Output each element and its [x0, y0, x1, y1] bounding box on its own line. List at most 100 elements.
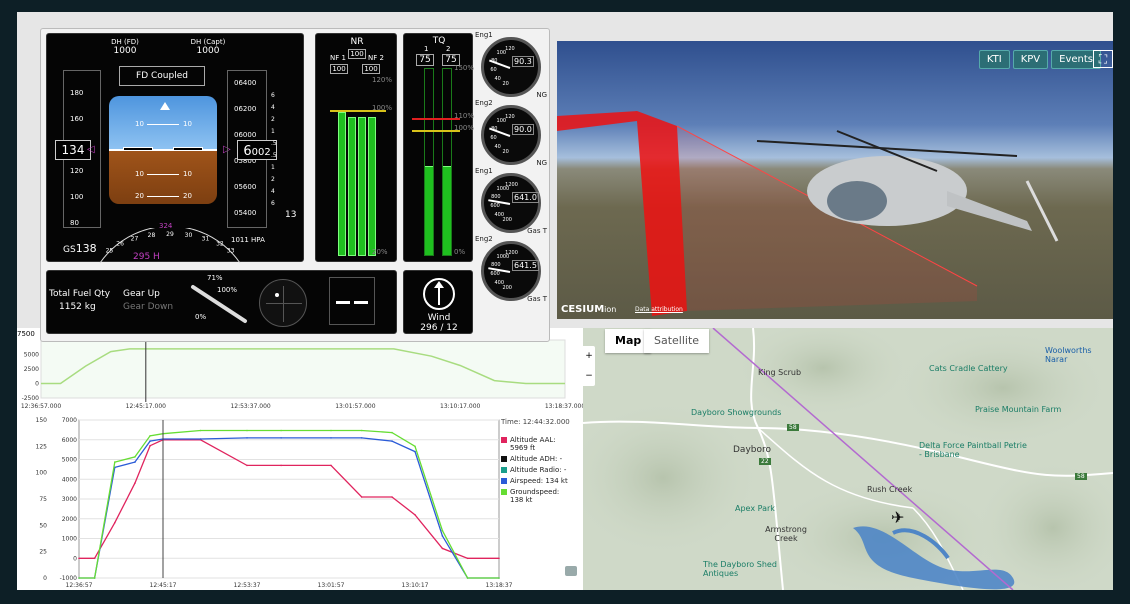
engine-dial: 1201008060402090.3 [481, 37, 541, 97]
left-axis-tick: 150 [36, 417, 48, 424]
tab-satellite[interactable]: Satellite [644, 329, 710, 353]
right-axis-tick: 7000 [62, 417, 77, 424]
legend-item[interactable]: Altitude Radio: - [501, 466, 581, 474]
instrument-panel: DH (FD) 1000 DH (Capt) 1000 FD Coupled 1… [40, 28, 550, 342]
dial-label: Eng1 [475, 31, 493, 39]
kpv-button[interactable]: KPV [1012, 50, 1049, 69]
series-point [414, 450, 416, 453]
poi-label[interactable]: Dayboro Showgrounds [691, 408, 781, 417]
airspeed-tick: 120 [70, 167, 84, 175]
dial-tick: 100 [496, 50, 507, 57]
series-point [149, 435, 151, 437]
nr-bar [368, 117, 376, 256]
main-x-tick: 12:45:17 [150, 582, 177, 589]
right-axis-tick: 5000 [62, 457, 77, 464]
map-terrain [583, 328, 1113, 590]
engine-dial: 1200 1000 800 600 400 200 641.5 [481, 241, 541, 301]
pitch-label: 20 [183, 192, 192, 200]
vertical-speed-tick: 1 [271, 128, 275, 135]
chart-menu-icon[interactable] [565, 566, 577, 576]
dh-fd-label: DH (FD) [111, 38, 139, 46]
altitude-tick: 06200 [234, 105, 257, 113]
wind-label: Wind [427, 313, 451, 323]
cesium-3d-view[interactable]: KTI KPV Events ⛶ CESIUMion Data attribut… [557, 41, 1113, 319]
heading-label: 28 [148, 232, 156, 239]
series-point [441, 535, 444, 537]
right-axis-tick: 6000 [62, 437, 77, 444]
cyclic-position-icon [259, 279, 307, 327]
dial-label: Eng2 [475, 235, 493, 243]
series-point [280, 437, 282, 439]
series-point [149, 440, 151, 442]
main-x-tick: 13:01:57 [318, 582, 345, 589]
series-point [134, 456, 136, 458]
pedal-position-icon [329, 277, 375, 325]
data-attribution-link[interactable]: Data attribution [635, 306, 683, 313]
poi-label[interactable]: The Dayboro Shed Antiques [703, 560, 783, 578]
dial-unit: NG [536, 91, 547, 99]
wind-panel: Wind 296 / 12 [403, 270, 473, 334]
legend-item[interactable]: Groundspeed: 138 kt [501, 488, 581, 504]
right-axis-tick: 4000 [62, 476, 77, 483]
dial-tick: 20 [502, 149, 509, 156]
place-label: King Scrub [758, 368, 802, 377]
legend-item[interactable]: Altitude ADH: - [501, 455, 581, 463]
series-point [466, 577, 469, 579]
poi-label[interactable]: Cats Cradle Cattery [929, 364, 1008, 373]
scene-toolbar: KTI KPV Events [978, 50, 1101, 69]
poi-label[interactable]: Praise Mountain Farm [975, 405, 1061, 414]
poi-label[interactable]: Delta Force Paintball Petrie - Brisbane [919, 441, 1029, 459]
dial-tick: 1000 [496, 186, 510, 193]
fd-status-box: FD Coupled [119, 66, 205, 86]
dial-tick: 120 [505, 114, 515, 121]
overview-y-tick: 2500 [24, 366, 39, 373]
nf1-value: 100 [330, 64, 348, 74]
legend-label: Altitude Radio: - [510, 466, 567, 474]
heading-label: 32 [216, 241, 224, 248]
tq-title: TQ [432, 36, 446, 46]
vertical-speed-tick: 1 [271, 164, 275, 171]
legend-item[interactable]: Altitude AAL: 5969 ft [501, 436, 581, 452]
cesium-logo-text: CESIUM [561, 304, 605, 315]
overview-y-tick: 0 [35, 381, 39, 388]
series-point [199, 429, 202, 432]
time-readout: Time: 12:44:32.000 [501, 418, 570, 426]
airspeed-tick: 160 [70, 115, 84, 123]
series-point [498, 577, 500, 579]
dial-tick: 40 [494, 75, 501, 82]
main-chart[interactable]: 150 125 100 75 50 25 0 7000 6000 5000 4000 3000 200… [17, 408, 583, 590]
fullscreen-icon[interactable]: ⛶ [1093, 50, 1113, 68]
nr-bar [358, 117, 366, 256]
dial-unit: Gas T [527, 295, 547, 303]
heading-label: 26 [116, 241, 124, 248]
dial-unit: NG [536, 159, 547, 167]
right-axis-tick: -1000 [60, 575, 78, 582]
series-point [441, 529, 444, 532]
status-panel: Total Fuel Qty 1152 kg Gear Up Gear Down… [46, 270, 397, 334]
legend-item[interactable]: Airspeed: 134 kt [501, 477, 581, 485]
groundspeed-readout: GS138 [63, 237, 97, 256]
legend-label: Airspeed: 134 kt [510, 477, 568, 485]
road-badge: 22 [759, 458, 771, 465]
poi-label[interactable]: Apex Park [735, 504, 775, 513]
series-point [360, 496, 363, 498]
map-view[interactable]: ✈ + − King Scrub Dayboro Rush Creek Armst… [583, 328, 1113, 590]
dial-tick: 600 [490, 271, 500, 278]
app-frame: 5000 2500 0 -2500 12:36:57.000 12:45:17.000 1… [17, 12, 1113, 590]
groundspeed-label: GS [63, 245, 76, 255]
road-badge: 58 [1075, 473, 1087, 480]
kti-button[interactable]: KTI [978, 50, 1010, 69]
legend-label: Groundspeed: [510, 488, 560, 496]
tq-bar-frame [424, 68, 434, 256]
dh-fd-value: 1000 [113, 46, 137, 56]
series-point [391, 496, 393, 498]
place-label: Woolworths Narar [1045, 346, 1092, 364]
map-zoom-control[interactable]: + − [583, 346, 595, 386]
heading-label: 30 [185, 232, 193, 239]
flight-path-curtain [557, 111, 1059, 316]
tq-mark-high: 150% [454, 64, 475, 72]
heading-label: 29 [166, 231, 174, 238]
dial-tick: 100 [496, 118, 507, 125]
altitude-tick: 05400 [234, 209, 257, 217]
series-point [466, 557, 469, 560]
